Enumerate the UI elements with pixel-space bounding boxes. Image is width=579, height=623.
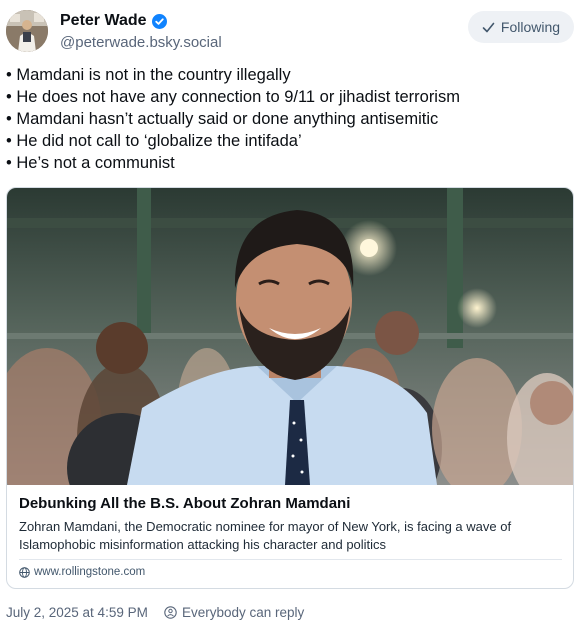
avatar-photo-icon	[6, 10, 48, 52]
post-bullet: • Mamdani is not in the country illegall…	[6, 66, 291, 84]
link-card-domain: www.rollingstone.com	[19, 566, 145, 578]
link-preview-card[interactable]: Debunking All the B.S. About Zohran Mamd…	[6, 187, 574, 589]
post-text: • Mamdani is not in the country illegall…	[6, 64, 571, 174]
check-icon	[482, 21, 495, 34]
globe-icon	[19, 566, 30, 578]
post-bullet: • He’s not a communist	[6, 154, 175, 172]
display-name[interactable]: Peter Wade	[60, 12, 147, 30]
post-bullet: • He did not call to ‘globalize the inti…	[6, 132, 302, 150]
post-bullet: • Mamdani hasn’t actually said or done a…	[6, 110, 439, 128]
reply-setting[interactable]: Everybody can reply	[164, 605, 304, 620]
post-bullet: • He does not have any connection to 9/1…	[6, 88, 460, 106]
avatar[interactable]	[6, 10, 48, 52]
card-divider	[19, 559, 562, 560]
following-button[interactable]: Following	[468, 11, 574, 43]
link-card-description: Zohran Mamdani, the Democratic nominee f…	[19, 519, 512, 552]
following-button-label: Following	[500, 19, 561, 35]
author-handle[interactable]: @peterwade.bsky.social	[60, 34, 222, 51]
post-timestamp[interactable]: July 2, 2025 at 4:59 PM	[6, 605, 148, 620]
link-preview-image	[7, 188, 573, 485]
reply-setting-label: Everybody can reply	[182, 605, 305, 620]
domain-text: www.rollingstone.com	[34, 566, 146, 578]
author-name[interactable]: Peter Wade	[60, 12, 167, 30]
reply-settings-icon	[164, 606, 177, 619]
verified-badge-icon	[151, 13, 167, 29]
post-container: Peter Wade @peterwade.bsky.social Follow…	[0, 0, 579, 623]
link-card-title[interactable]: Debunking All the B.S. About Zohran Mamd…	[19, 495, 350, 512]
